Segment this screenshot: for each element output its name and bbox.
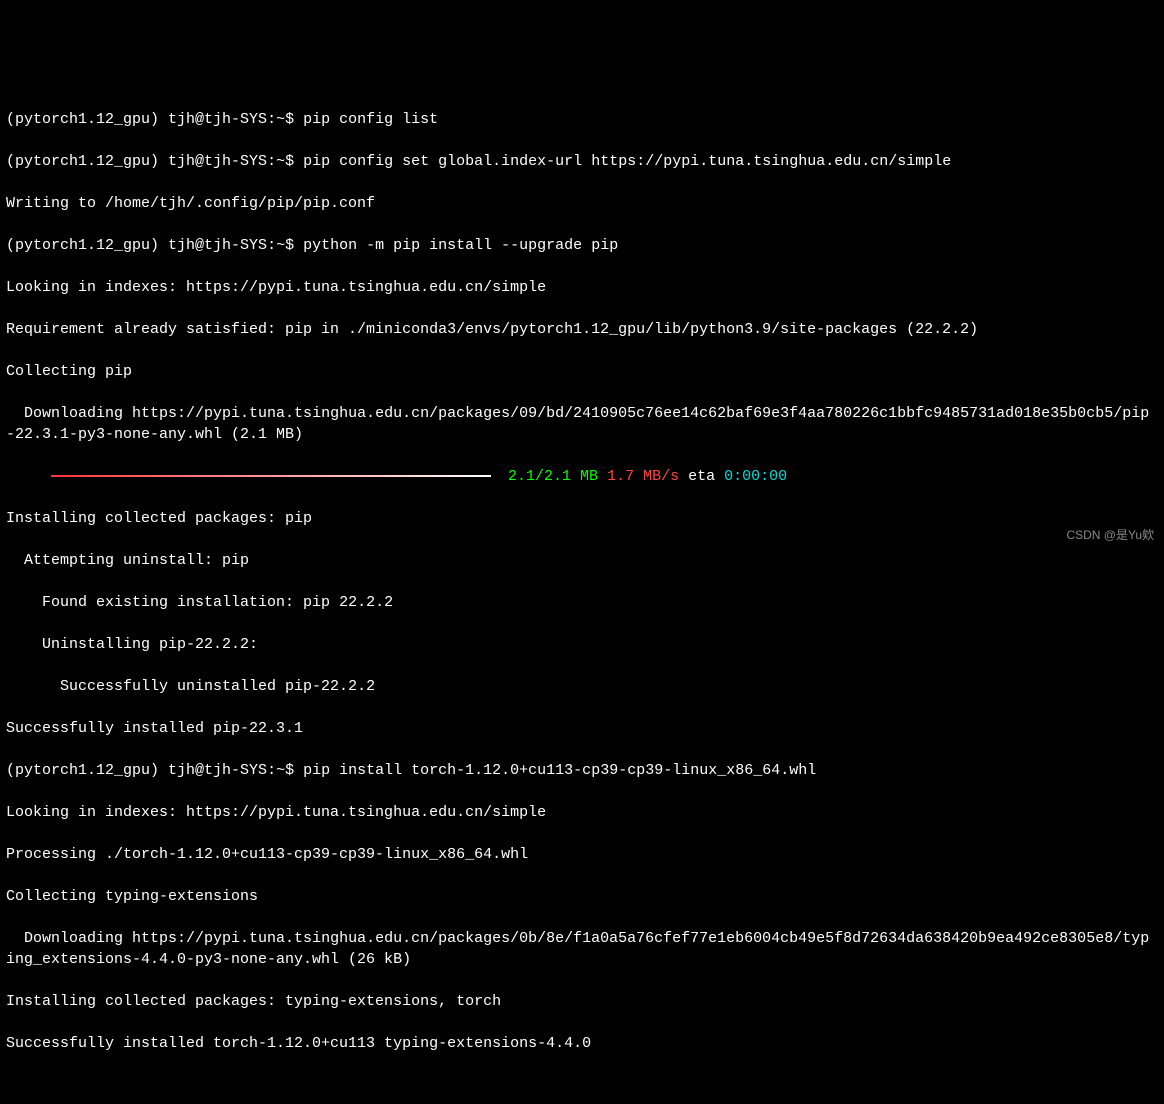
output-line: Installing collected packages: typing-ex…	[6, 991, 1158, 1012]
output-line: Successfully uninstalled pip-22.2.2	[6, 676, 1158, 697]
output-line: Downloading https://pypi.tuna.tsinghua.e…	[6, 928, 1158, 970]
command-1: pip config list	[303, 111, 438, 128]
progress-done: 2.1/2.1 MB	[508, 468, 598, 485]
output-line: Collecting typing-extensions	[6, 886, 1158, 907]
command-4: pip install torch-1.12.0+cu113-cp39-cp39…	[303, 762, 816, 779]
output-line: Found existing installation: pip 22.2.2	[6, 592, 1158, 613]
output-line: Downloading https://pypi.tuna.tsinghua.e…	[6, 403, 1158, 445]
prompt-line-2: (pytorch1.12_gpu) tjh@tjh-SYS:~$ pip con…	[6, 151, 1158, 172]
output-line: Uninstalling pip-22.2.2:	[6, 634, 1158, 655]
user-host: tjh@tjh-SYS	[168, 111, 267, 128]
env-name: (pytorch1.12_gpu)	[6, 111, 159, 128]
progress-line: 2.1/2.1 MB 1.7 MB/s eta 0:00:00	[6, 466, 1158, 487]
output-line: Successfully installed pip-22.3.1	[6, 718, 1158, 739]
prompt-line-1: (pytorch1.12_gpu) tjh@tjh-SYS:~$ pip con…	[6, 109, 1158, 130]
output-line: Successfully installed torch-1.12.0+cu11…	[6, 1033, 1158, 1054]
progress-speed: 1.7 MB/s	[607, 468, 679, 485]
terminal-output[interactable]: (pytorch1.12_gpu) tjh@tjh-SYS:~$ pip con…	[6, 88, 1158, 1075]
output-line: Attempting uninstall: pip	[6, 550, 1158, 571]
progress-bar-icon	[51, 475, 491, 477]
prompt-line-4: (pytorch1.12_gpu) tjh@tjh-SYS:~$ pip ins…	[6, 760, 1158, 781]
output-line: Requirement already satisfied: pip in ./…	[6, 319, 1158, 340]
output-line: Looking in indexes: https://pypi.tuna.ts…	[6, 277, 1158, 298]
progress-eta-label: eta	[688, 468, 715, 485]
output-line: Writing to /home/tjh/.config/pip/pip.con…	[6, 193, 1158, 214]
command-3: python -m pip install --upgrade pip	[303, 237, 618, 254]
output-line: Installing collected packages: pip	[6, 508, 1158, 529]
watermark-text: CSDN @是Yu欸	[1066, 527, 1154, 544]
output-line: Processing ./torch-1.12.0+cu113-cp39-cp3…	[6, 844, 1158, 865]
output-line: Collecting pip	[6, 361, 1158, 382]
progress-eta-value: 0:00:00	[724, 468, 787, 485]
command-2: pip config set global.index-url https://…	[303, 153, 951, 170]
prompt-line-3: (pytorch1.12_gpu) tjh@tjh-SYS:~$ python …	[6, 235, 1158, 256]
output-line: Looking in indexes: https://pypi.tuna.ts…	[6, 802, 1158, 823]
